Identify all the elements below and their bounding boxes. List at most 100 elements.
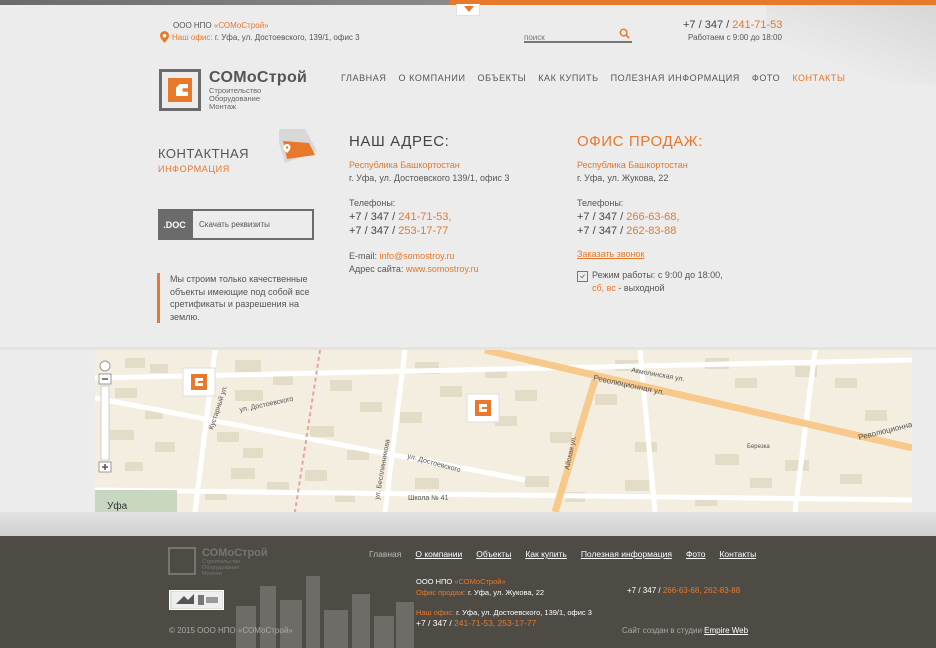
footer: СОМоСтрой Строительство Оборудование Мон… bbox=[0, 536, 936, 648]
logo-name: СОМоСтрой bbox=[209, 69, 308, 86]
footer-office-phones: 241-71-53, 253-17-77 bbox=[454, 618, 537, 628]
address-region: Республика Башкортостан bbox=[349, 160, 460, 170]
footer-nav-how-to-buy[interactable]: Как купить bbox=[525, 549, 567, 559]
quote-text: Мы строим только качественные объекты им… bbox=[157, 273, 317, 323]
footer-nav: Главная О компании Объекты Как купить По… bbox=[369, 549, 756, 559]
footer-nav-photo[interactable]: Фото bbox=[686, 549, 706, 559]
footer-nav-useful-info[interactable]: Полезная информация bbox=[581, 549, 672, 559]
search-icon[interactable] bbox=[619, 28, 630, 39]
logo-sub-3: Монтаж bbox=[209, 102, 237, 111]
footer-office-phone-prefix: +7 / 347 / bbox=[416, 618, 455, 628]
callback-link[interactable]: Заказать звонок bbox=[577, 249, 723, 262]
footer-sales-phone: +7 / 347 / 266-63-68, 262-83-88 bbox=[627, 586, 740, 595]
map-canvas[interactable]: ул. Достоевского ул. Достоевского Кустар… bbox=[95, 350, 912, 512]
map-label-berezka: Березка bbox=[747, 444, 770, 450]
address-phone-2: +7 / 347 / 253-17-77 bbox=[349, 225, 509, 239]
skyline-decoration bbox=[236, 576, 414, 648]
footer-logo[interactable]: СОМоСтрой Строительство Оборудование Мон… bbox=[168, 547, 268, 577]
map-marker-1[interactable] bbox=[182, 367, 216, 397]
location-flag-icon bbox=[279, 129, 317, 163]
days-off: сб, вс bbox=[592, 283, 616, 293]
nav-useful-info[interactable]: ПОЛЕЗНАЯ ИНФОРМАЦИЯ bbox=[611, 73, 740, 83]
logo-icon bbox=[159, 69, 201, 111]
footer-company-name: «СОМоСтрой» bbox=[454, 577, 506, 586]
sales-street: г. Уфа, ул. Жукова, 22 bbox=[577, 173, 669, 183]
footer-sales-phones: 266-63-68, 262-83-88 bbox=[662, 586, 741, 595]
address-heading: НАШ АДРЕС: bbox=[349, 133, 450, 150]
address-phone-1-number[interactable]: 241-71-53, bbox=[398, 211, 451, 223]
nav-objects[interactable]: ОБЪЕКТЫ bbox=[478, 73, 527, 83]
sales-phones-label: Телефоны: bbox=[577, 198, 624, 208]
address-street: г. Уфа, ул. Достоевского 139/1, офис 3 bbox=[349, 173, 510, 183]
footer-sales-address: г. Уфа, ул. Жукова, 22 bbox=[465, 588, 545, 597]
footer-company-prefix: ООО НПО bbox=[416, 577, 455, 586]
site-label: Адрес сайта: bbox=[349, 264, 406, 274]
days-off-suffix: - выходной bbox=[615, 283, 665, 293]
nav-home[interactable]: ГЛАВНАЯ bbox=[341, 73, 386, 83]
footer-badge-image bbox=[169, 590, 224, 610]
nav-how-to-buy[interactable]: КАК КУПИТЬ bbox=[538, 73, 598, 83]
site-logo[interactable]: СОМоСтрой Строительство Оборудование Мон… bbox=[159, 69, 307, 111]
sales-column: ОФИС ПРОДАЖ: Республика Башкортостан г. … bbox=[577, 133, 723, 296]
header-office-label: Наш офис: bbox=[172, 32, 213, 42]
footer-logo-icon bbox=[168, 547, 196, 575]
map-city-label: Уфа bbox=[107, 500, 128, 512]
nav-about[interactable]: О КОМПАНИИ bbox=[398, 73, 465, 83]
address-site: Адрес сайта: www.somostroy.ru bbox=[349, 264, 509, 277]
contact-title-sub: ИНФОРМАЦИЯ bbox=[158, 164, 230, 174]
footer-nav-objects[interactable]: Объекты bbox=[476, 549, 511, 559]
email-link[interactable]: info@somostroy.ru bbox=[380, 251, 455, 261]
footer-logo-name: СОМоСтрой bbox=[202, 547, 268, 559]
map-zoom-control[interactable] bbox=[98, 360, 112, 473]
sales-phone-1-prefix: +7 / 347 / bbox=[577, 211, 627, 223]
map-label-school: Школа № 41 bbox=[408, 495, 449, 502]
sales-phone-1: +7 / 347 / 266-63-68, bbox=[577, 211, 723, 225]
address-phone-1-prefix: +7 / 347 / bbox=[349, 211, 399, 223]
email-label: E-mail: bbox=[349, 251, 380, 261]
search-input[interactable] bbox=[524, 31, 614, 42]
header-hours: Работаем с 9:00 до 18:00 bbox=[688, 33, 782, 42]
header-phone-number: 241-71-53 bbox=[732, 19, 783, 31]
footer-nav-contacts[interactable]: Контакты bbox=[719, 549, 756, 559]
doc-badge: .DOC bbox=[158, 209, 191, 240]
sales-heading: ОФИС ПРОДАЖ: bbox=[577, 133, 704, 150]
header-company-prefix: ООО НПО bbox=[173, 21, 214, 30]
contact-info-title: КОНТАКТНАЯ ИНФОРМАЦИЯ bbox=[158, 146, 249, 174]
checkbox-icon bbox=[577, 271, 588, 282]
sales-region: Республика Башкортостан bbox=[577, 160, 688, 170]
sales-phone-1-number[interactable]: 266-63-68, bbox=[626, 211, 679, 223]
footer-nav-about[interactable]: О компании bbox=[415, 549, 462, 559]
download-requisites[interactable]: .DOC Скачать реквизиты bbox=[158, 209, 314, 240]
top-toggle-tab[interactable] bbox=[456, 4, 480, 16]
header-phone-prefix: +7 / 347 / bbox=[683, 19, 733, 31]
footer-credit-link[interactable]: Empire Web bbox=[704, 626, 748, 635]
certificate-badge-icon bbox=[171, 592, 222, 608]
footer-nav-home[interactable]: Главная bbox=[369, 549, 401, 559]
nav-photo[interactable]: ФОТО bbox=[752, 73, 780, 83]
footer-office-address: г. Уфа, ул. Достоевского, 139/1, офис 3 bbox=[454, 608, 592, 617]
schedule-text: Режим работы: с 9:00 до 18:00, bbox=[592, 270, 723, 280]
sales-schedule: Режим работы: с 9:00 до 18:00, сб, вс - … bbox=[577, 270, 723, 296]
sales-phone-2-prefix: +7 / 347 / bbox=[577, 225, 627, 237]
footer-divider-band bbox=[0, 512, 936, 536]
footer-sales-phone-prefix: +7 / 347 / bbox=[627, 586, 663, 595]
address-phone-2-prefix: +7 / 347 / bbox=[349, 225, 399, 237]
header-company-name: «СОМоСтрой» bbox=[213, 21, 269, 30]
sales-phone-2: +7 / 347 / 262-83-88 bbox=[577, 225, 723, 239]
map-marker-2[interactable] bbox=[466, 393, 500, 423]
sales-phone-2-number[interactable]: 262-83-88 bbox=[626, 225, 676, 237]
footer-copyright: © 2015 ООО НПО «СОМоСтрой» bbox=[169, 626, 293, 635]
header-company: ООО НПО «СОМоСтрой» bbox=[173, 21, 269, 30]
header-office-address: г. Уфа, ул. Достоевского, 139/1, офис 3 bbox=[212, 32, 360, 42]
main-nav: ГЛАВНАЯ О КОМПАНИИ ОБЪЕКТЫ КАК КУПИТЬ ПО… bbox=[341, 73, 846, 83]
search-box[interactable] bbox=[524, 27, 632, 43]
nav-contacts[interactable]: КОНТАКТЫ bbox=[792, 73, 845, 83]
map[interactable]: ул. Достоевского ул. Достоевского Кустар… bbox=[95, 350, 912, 512]
address-phones-label: Телефоны: bbox=[349, 198, 396, 208]
address-email: E-mail: info@somostroy.ru bbox=[349, 251, 509, 264]
download-requisites-button[interactable]: Скачать реквизиты bbox=[191, 209, 314, 240]
site-link[interactable]: www.somostroy.ru bbox=[406, 264, 479, 274]
footer-office-label: Наш офис: bbox=[416, 608, 455, 617]
address-phone-2-number[interactable]: 253-17-77 bbox=[398, 225, 448, 237]
header-phone: +7 / 347 / 241-71-53 bbox=[683, 19, 782, 31]
